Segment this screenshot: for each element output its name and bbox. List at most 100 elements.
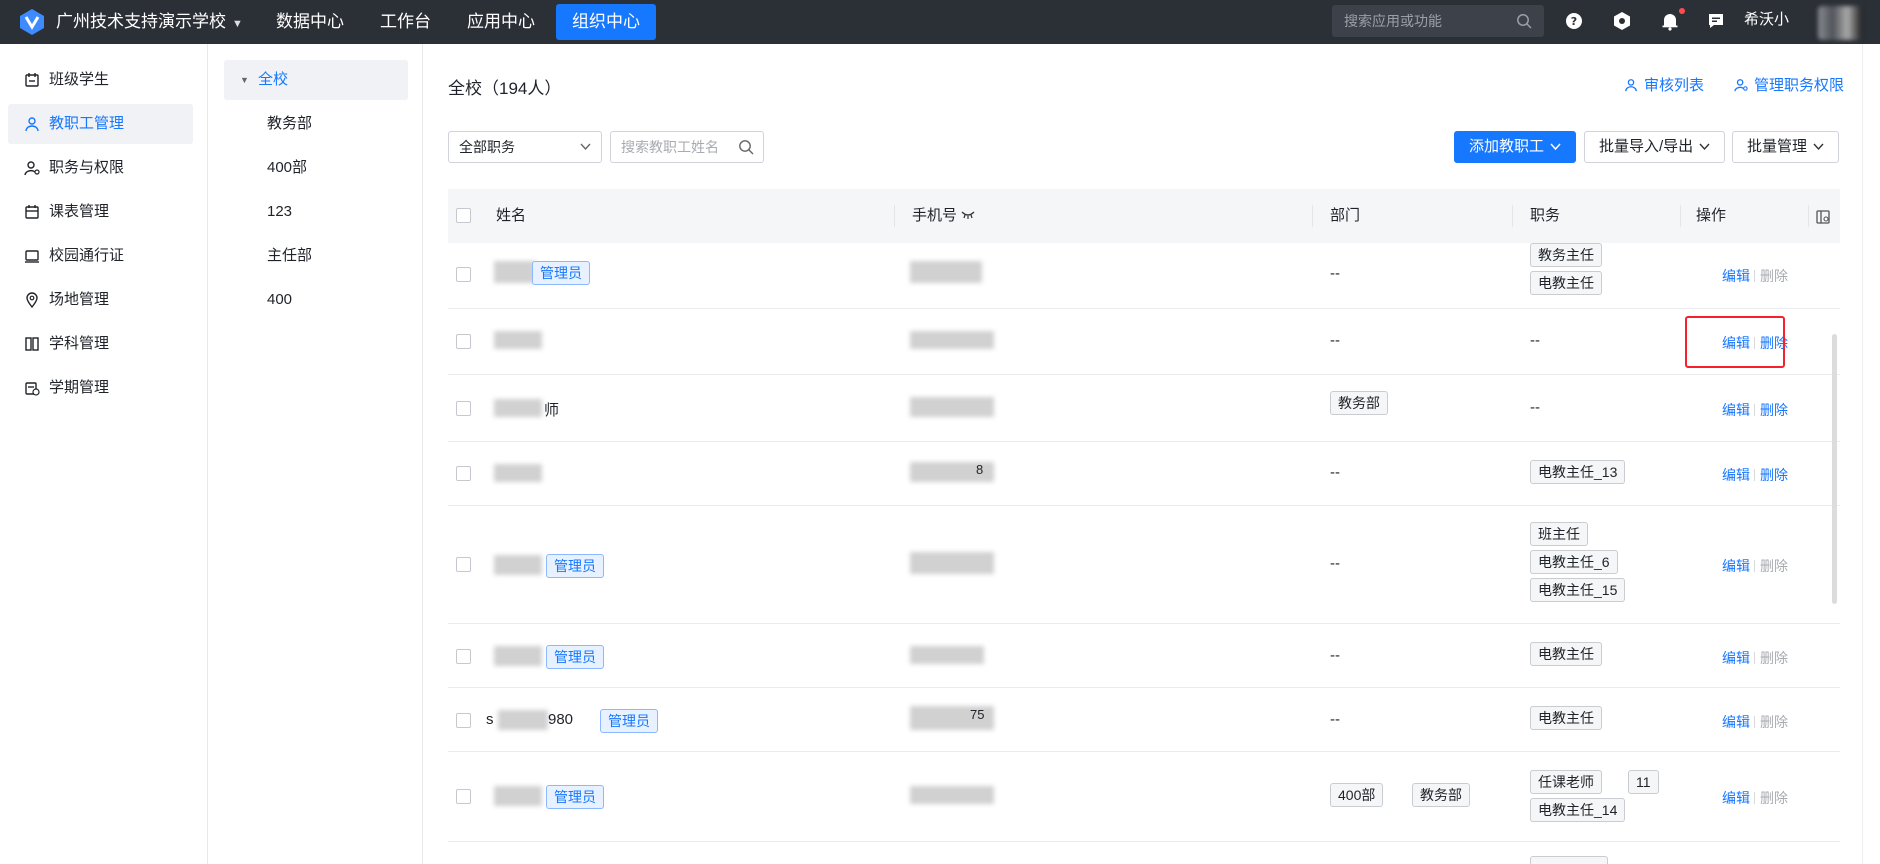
table-row: s 980 管理员 75 -- 电教主任 编辑 删除 — [448, 688, 1840, 752]
edit-button[interactable]: 编辑 — [1722, 266, 1750, 286]
position-tag: 电教主任 — [1530, 271, 1602, 295]
department-value: -- — [1330, 555, 1340, 572]
school-logo-icon — [20, 9, 44, 35]
sidebar-item-positions-permissions[interactable]: 职务与权限 — [8, 148, 193, 188]
tree-node[interactable]: 400部 — [267, 148, 307, 188]
position-value: -- — [1530, 399, 1540, 416]
edit-button[interactable]: 编辑 — [1722, 400, 1750, 420]
tree-node[interactable]: 123 — [267, 192, 292, 232]
phone-fragment: 75 — [970, 707, 985, 722]
delete-button[interactable]: 删除 — [1760, 465, 1788, 485]
eye-closed-icon[interactable] — [961, 210, 975, 220]
name-redacted — [498, 710, 548, 730]
tree-node[interactable]: 教务部 — [267, 104, 312, 144]
class-students-icon — [25, 73, 39, 87]
edit-button[interactable]: 编辑 — [1722, 465, 1750, 485]
phone-redacted — [910, 397, 994, 417]
edit-button[interactable]: 编辑 — [1722, 788, 1750, 808]
bell-icon[interactable] — [1659, 10, 1681, 32]
sidebar: 班级学生 教职工管理 职务与权限 课表管理 校园通行证 场地管理 学科管理 学期… — [0, 44, 208, 864]
department-tree: ▼ 全校 教务部 400部 123 主任部 400 — [209, 44, 423, 864]
chevron-down-icon — [1699, 143, 1710, 151]
search-icon — [739, 140, 754, 155]
batch-import-export-button[interactable]: 批量导入/导出 — [1584, 131, 1726, 163]
chevron-down-icon — [1813, 143, 1824, 151]
select-all-checkbox[interactable] — [456, 208, 471, 223]
row-checkbox[interactable] — [456, 557, 471, 572]
caret-down-icon: ▼ — [232, 18, 243, 30]
caret-down-icon: ▼ — [240, 75, 249, 85]
nav-workbench[interactable]: 工作台 — [364, 4, 447, 40]
row-checkbox[interactable] — [456, 789, 471, 804]
position-filter-select[interactable]: 全部职务 — [448, 131, 602, 163]
admin-badge: 管理员 — [532, 261, 590, 285]
nav-app-center[interactable]: 应用中心 — [451, 4, 551, 40]
column-settings-icon[interactable] — [1816, 210, 1830, 224]
row-checkbox[interactable] — [456, 713, 471, 728]
message-icon[interactable] — [1705, 10, 1727, 32]
user-permission-icon — [1734, 79, 1748, 92]
position-tag-partial — [1530, 856, 1608, 864]
global-search-input[interactable]: 搜索应用或功能 — [1332, 5, 1544, 37]
name-redacted — [494, 786, 542, 806]
sidebar-item-venue[interactable]: 场地管理 — [8, 280, 193, 320]
department-value: -- — [1330, 647, 1340, 664]
help-icon[interactable]: ? — [1563, 10, 1585, 32]
edit-button[interactable]: 编辑 — [1722, 556, 1750, 576]
sidebar-item-timetable[interactable]: 课表管理 — [8, 192, 193, 232]
table-row: 管理员 -- 教务主任 电教主任 编辑 删除 — [448, 243, 1840, 309]
column-header-position: 职务 — [1530, 207, 1561, 224]
delete-button: 删除 — [1760, 714, 1788, 730]
sidebar-item-staff-management[interactable]: 教职工管理 — [8, 104, 193, 144]
name-fragment: 980 — [548, 711, 574, 728]
batch-manage-button[interactable]: 批量管理 — [1732, 131, 1840, 163]
sidebar-item-subjects[interactable]: 学科管理 — [8, 324, 193, 364]
highlight-box — [1685, 316, 1785, 368]
semester-calendar-icon — [25, 382, 40, 396]
school-switcher[interactable]: 广州技术支持演示学校 ▼ — [56, 0, 243, 44]
position-tag: 11 — [1628, 770, 1659, 794]
manage-position-permissions-link[interactable]: 管理职务权限 — [1734, 74, 1844, 95]
row-checkbox[interactable] — [456, 401, 471, 416]
sidebar-item-semester[interactable]: 学期管理 — [8, 368, 193, 408]
phone-redacted — [910, 646, 984, 664]
delete-button: 删除 — [1760, 650, 1788, 666]
user-name[interactable]: 希沃小 — [1744, 0, 1789, 40]
admin-badge: 管理员 — [546, 645, 604, 669]
settings-hexagon-icon[interactable] — [1611, 10, 1633, 32]
user-icon — [25, 117, 39, 132]
row-checkbox[interactable] — [456, 334, 471, 349]
tree-node[interactable]: 400 — [267, 280, 292, 320]
location-pin-icon — [26, 292, 38, 308]
position-tag: 电教主任_14 — [1530, 798, 1626, 822]
delete-button[interactable]: 删除 — [1760, 400, 1788, 420]
phone-redacted — [910, 786, 994, 804]
name-redacted — [494, 555, 542, 575]
phone-redacted — [910, 261, 982, 283]
svg-text:?: ? — [1571, 15, 1577, 28]
row-checkbox[interactable] — [456, 466, 471, 481]
admin-badge: 管理员 — [546, 554, 604, 578]
sidebar-item-class-students[interactable]: 班级学生 — [8, 60, 193, 100]
edit-button[interactable]: 编辑 — [1722, 712, 1750, 732]
pass-card-icon — [25, 250, 39, 263]
position-tag: 电教主任 — [1530, 642, 1602, 666]
nav-org-center[interactable]: 组织中心 — [556, 4, 656, 40]
row-checkbox[interactable] — [456, 267, 471, 282]
tree-node[interactable]: 主任部 — [267, 236, 312, 276]
sidebar-item-campus-pass[interactable]: 校园通行证 — [8, 236, 193, 276]
nav-data-center[interactable]: 数据中心 — [260, 4, 360, 40]
table-row: 管理员 -- 班主任 电教主任_6 电教主任_15 编辑 删除 — [448, 506, 1840, 624]
edit-button[interactable]: 编辑 — [1722, 648, 1750, 668]
row-checkbox[interactable] — [456, 649, 471, 664]
table-scrollbar[interactable] — [1832, 334, 1837, 604]
review-list-link[interactable]: 审核列表 — [1624, 74, 1704, 95]
add-staff-button[interactable]: 添加教职工 — [1454, 131, 1577, 163]
avatar[interactable] — [1818, 6, 1862, 40]
chevron-down-icon — [580, 143, 591, 151]
name-fragment: s — [486, 711, 494, 728]
search-icon — [1517, 14, 1532, 29]
tree-node-whole-school[interactable]: ▼ 全校 — [224, 60, 408, 100]
column-header-department: 部门 — [1330, 207, 1361, 224]
table-row: 8 -- 电教主任_13 编辑 删除 — [448, 442, 1840, 506]
